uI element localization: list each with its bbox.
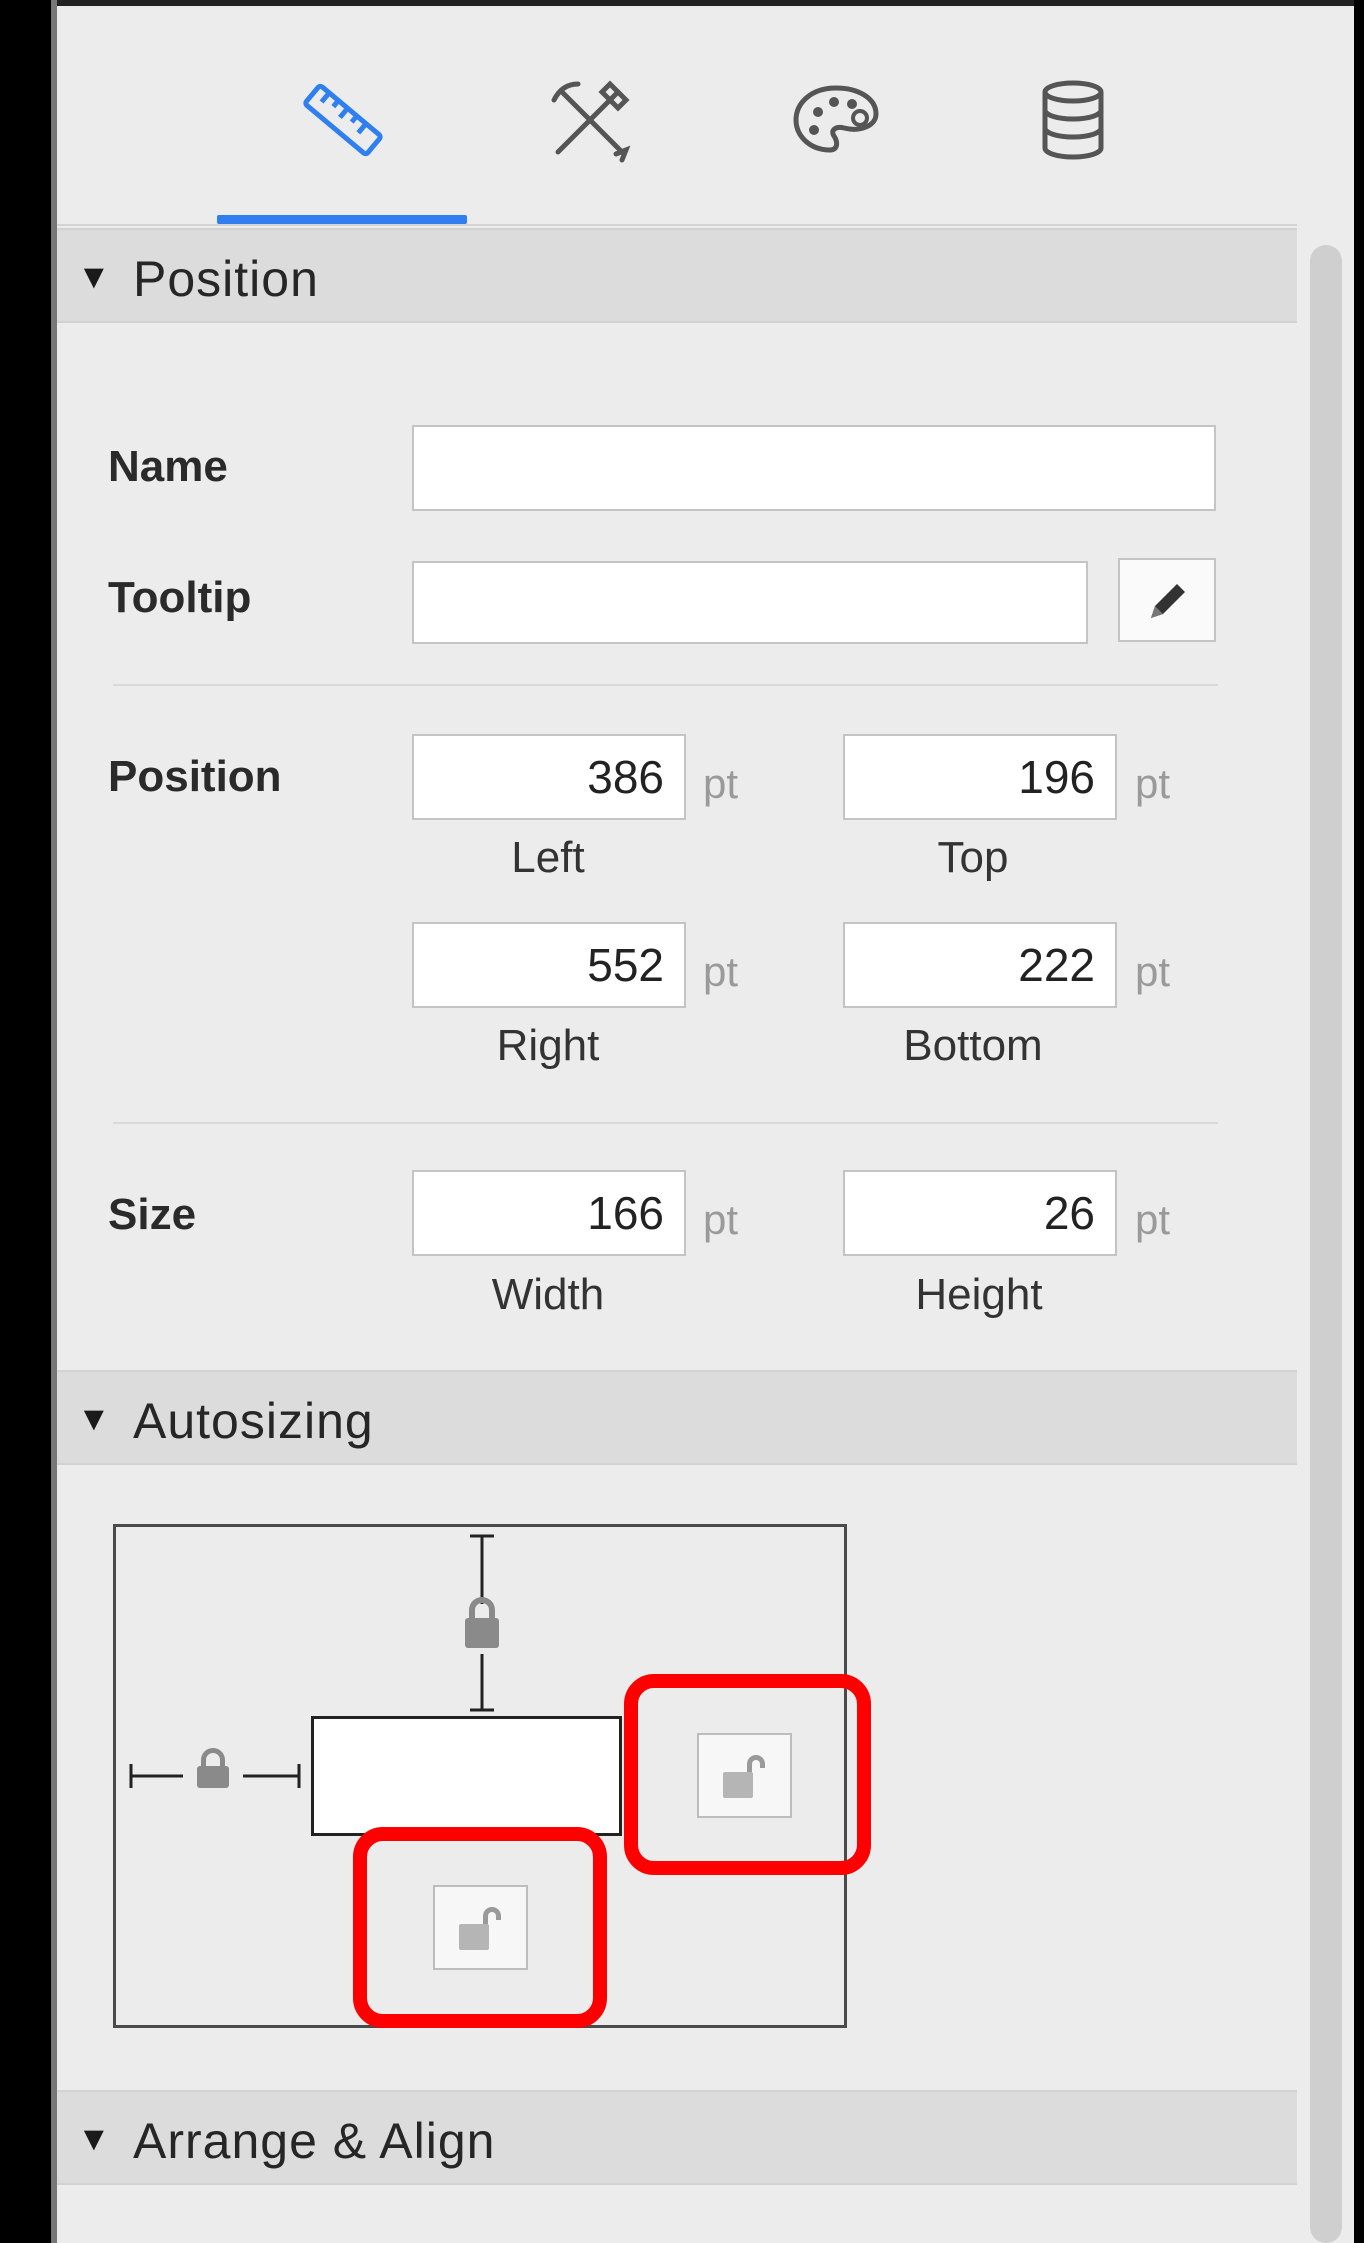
section-title: Arrange & Align: [133, 2113, 496, 2169]
section-title: Autosizing: [133, 1393, 374, 1449]
name-input[interactable]: [412, 425, 1216, 511]
database-icon: [1042, 80, 1104, 160]
height-caption: Height: [915, 1270, 1043, 1319]
left-unit: pt: [703, 760, 739, 807]
tools-icon: [551, 80, 631, 163]
right-caption: Right: [496, 1021, 600, 1070]
disclosure-triangle-icon[interactable]: ▼: [77, 1400, 111, 1439]
divider: [113, 684, 1218, 686]
edit-tooltip-button[interactable]: [1118, 558, 1216, 642]
highlight-annotation: [624, 1674, 871, 1875]
width-input[interactable]: [412, 1170, 686, 1256]
tooltip-label: Tooltip: [108, 573, 252, 622]
section-title: Position: [133, 251, 319, 307]
pencil-icon: [1151, 584, 1185, 618]
bottom-caption: Bottom: [903, 1021, 1043, 1070]
highlight-annotation: [353, 1827, 607, 2028]
disclosure-triangle-icon[interactable]: ▼: [77, 258, 111, 297]
section-header-autosizing[interactable]: ▼ Autosizing: [57, 1370, 1297, 1465]
left-caption: Left: [511, 833, 585, 882]
tab-data-inspector[interactable]: [1013, 60, 1133, 180]
tab-divider: [57, 224, 1297, 226]
width-caption: Width: [491, 1270, 605, 1319]
size-label: Size: [108, 1190, 197, 1239]
window-top-border: [51, 0, 1354, 6]
divider: [113, 1122, 1218, 1124]
top-unit: pt: [1135, 760, 1171, 807]
scrollbar-thumb[interactable]: [1310, 245, 1342, 2243]
ruler-icon: [303, 83, 383, 157]
height-input[interactable]: [843, 1170, 1117, 1256]
width-unit: pt: [703, 1196, 739, 1243]
tab-attributes-inspector[interactable]: [530, 60, 650, 180]
panel-left-border: [51, 0, 57, 2243]
right-unit: pt: [703, 948, 739, 995]
bottom-unit: pt: [1135, 948, 1171, 995]
tooltip-input[interactable]: [412, 561, 1088, 644]
active-tab-indicator: [217, 215, 467, 224]
top-caption: Top: [937, 833, 1009, 882]
height-unit: pt: [1135, 1196, 1171, 1243]
disclosure-triangle-icon[interactable]: ▼: [77, 2120, 111, 2159]
left-input[interactable]: [412, 734, 686, 820]
autosizing-view-preview: [311, 1716, 622, 1836]
position-label: Position: [108, 752, 282, 801]
top-input[interactable]: [843, 734, 1117, 820]
section-header-arrange-align[interactable]: ▼ Arrange & Align: [57, 2090, 1297, 2185]
name-label: Name: [108, 442, 228, 491]
window-right-edge: [1354, 0, 1364, 2243]
palette-icon: [793, 85, 879, 153]
right-input[interactable]: [412, 922, 686, 1008]
tab-size-inspector[interactable]: [283, 60, 403, 180]
tab-style-inspector[interactable]: [776, 60, 896, 180]
bottom-input[interactable]: [843, 922, 1117, 1008]
section-header-position[interactable]: ▼ Position: [57, 228, 1297, 323]
